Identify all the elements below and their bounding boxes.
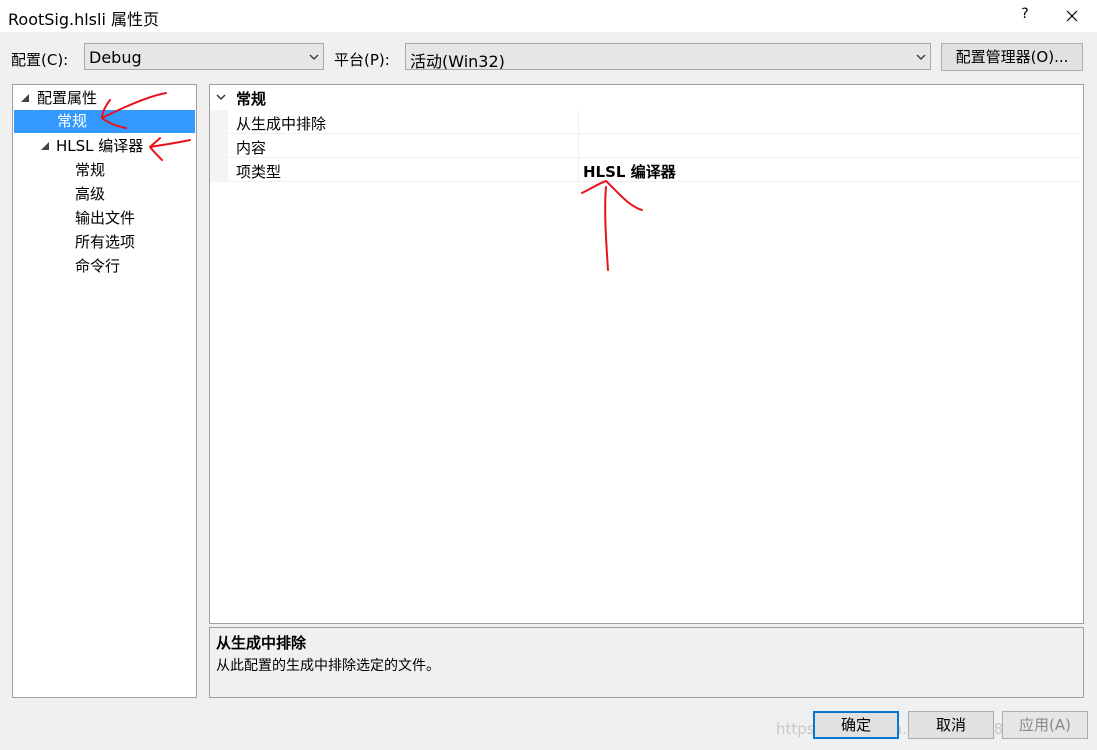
ok-button[interactable]: 确定 [813,711,899,739]
grid-row-name: 内容 [236,139,267,157]
platform-dropdown[interactable]: 活动(Win32) [405,43,931,71]
grid-row-value[interactable] [578,134,1084,157]
grid-row-value[interactable] [578,110,1084,133]
grid-category-general[interactable]: 常规 [210,85,1083,110]
platform-dropdown-value: 活动(Win32) [410,52,505,71]
tree-item-hlsl-all-options[interactable]: 所有选项 [75,231,135,254]
config-label: 配置(C): [11,51,69,69]
tree-item-hlsl-general[interactable]: 常规 [75,159,105,182]
apply-button[interactable]: 应用(A) [1002,711,1088,739]
description-title: 从生成中排除 [216,634,307,652]
grid-row-content[interactable]: 内容 [228,134,1083,158]
close-button[interactable] [1059,3,1085,29]
title-bar: RootSig.hlsli 属性页 ? [0,0,1097,32]
config-manager-button[interactable]: 配置管理器(O)... [941,43,1083,71]
tree-item-general-selected[interactable]: 常规 [14,110,195,133]
cancel-button[interactable]: 取消 [908,711,994,739]
description-panel: 从生成中排除 从此配置的生成中排除选定的文件。 [209,627,1084,698]
expander-icon[interactable] [21,94,29,102]
tree-item-label: 常规 [57,112,88,130]
chevron-down-icon [309,54,319,60]
config-dropdown[interactable]: Debug [84,43,324,70]
chevron-down-icon[interactable] [216,94,226,102]
tree-item-config-properties[interactable]: 配置属性 [37,87,97,110]
property-tree[interactable]: 配置属性 常规 HLSL 编译器 常规 高级 输出文件 所有选项 命令行 [12,84,197,698]
expander-icon[interactable] [41,142,49,150]
platform-label: 平台(P): [334,51,390,69]
chevron-down-icon [916,54,926,60]
tree-item-hlsl-advanced[interactable]: 高级 [75,183,105,206]
tree-item-hlsl-command-line[interactable]: 命令行 [75,255,120,278]
grid-category-label: 常规 [236,90,267,108]
grid-row-item-type[interactable]: 项类型 HLSL 编译器 [228,158,1083,182]
tree-item-hlsl-output-files[interactable]: 输出文件 [75,207,135,230]
description-text: 从此配置的生成中排除选定的文件。 [216,658,440,674]
property-grid: 常规 从生成中排除 内容 项类型 HLSL 编译器 [209,84,1084,624]
config-dropdown-value: Debug [89,48,142,67]
grid-row-name: 项类型 [236,163,282,181]
grid-row-name: 从生成中排除 [236,115,327,133]
grid-margin [210,110,228,182]
window-title: RootSig.hlsli 属性页 [8,10,159,29]
grid-row-value[interactable]: HLSL 编译器 [578,158,1084,181]
grid-row-exclude-from-build[interactable]: 从生成中排除 [228,110,1083,134]
help-button[interactable]: ? [1013,6,1037,22]
tree-item-hlsl-compiler[interactable]: HLSL 编译器 [56,135,143,158]
close-icon [1066,10,1078,22]
